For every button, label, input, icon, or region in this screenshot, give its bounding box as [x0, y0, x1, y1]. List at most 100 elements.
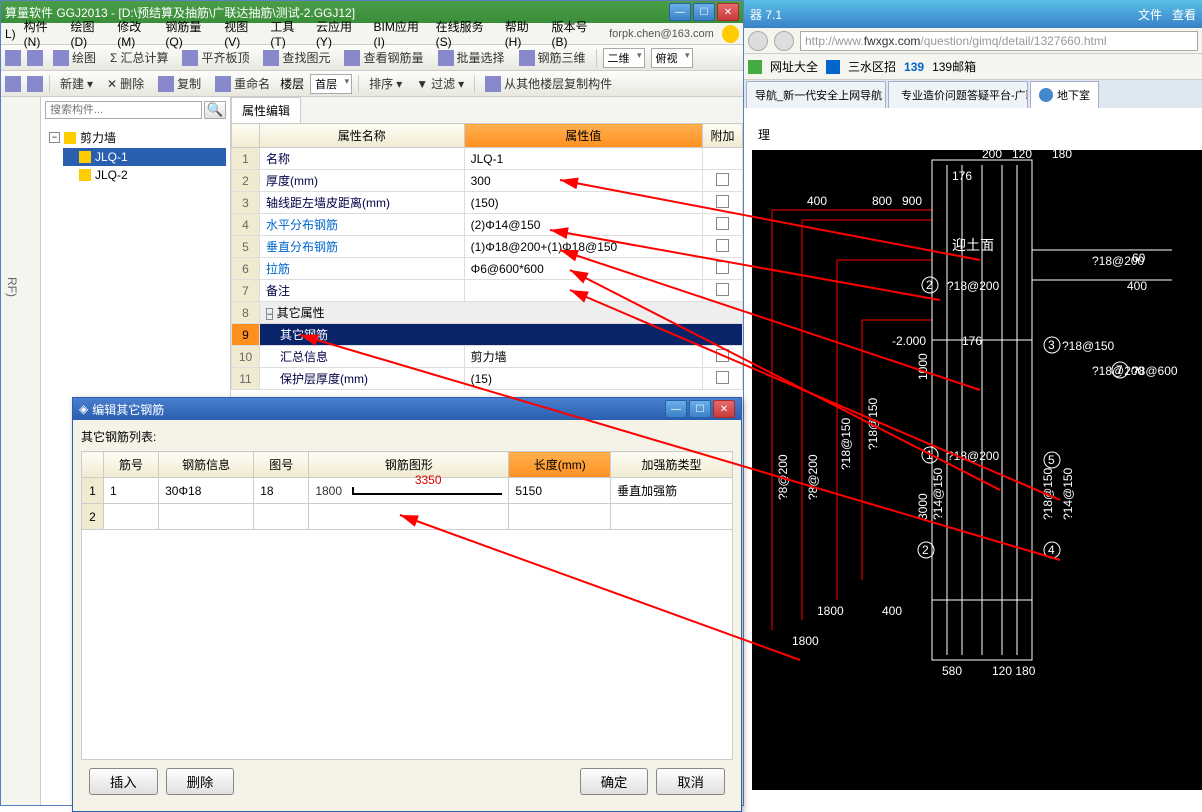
browser-tab[interactable]: 导航_新一代安全上网导航×	[746, 81, 886, 108]
url-bar[interactable]: http://www.fwxgx.com/question/gimq/detai…	[800, 31, 1198, 51]
insert-button[interactable]: 插入	[89, 768, 158, 795]
browser-tab-active[interactable]: 地下室	[1030, 81, 1099, 108]
favorite-icon[interactable]	[748, 60, 762, 74]
col-length[interactable]: 长度(mm)	[509, 452, 611, 478]
col-id[interactable]: 筋号	[104, 452, 159, 478]
col-type[interactable]: 加强筋类型	[611, 452, 733, 478]
browser-tab[interactable]: 专业造价问题答疑平台-广联达|×	[888, 81, 1028, 108]
sum-button[interactable]: Σ汇总计算	[106, 47, 172, 68]
delete-button[interactable]: ✕ 删除	[103, 73, 148, 94]
dialog-empty-area	[81, 530, 733, 760]
filter-button[interactable]: ▼ 过滤 ▾	[412, 73, 468, 94]
tree-item-jlq1[interactable]: JLQ-1	[63, 148, 226, 166]
rebar-3d-button[interactable]: 钢筋三维	[515, 47, 590, 68]
separator	[596, 49, 597, 67]
prop-row: 2厚度(mm)300	[232, 170, 743, 192]
svg-text:?18@150: ?18@150	[839, 417, 853, 470]
menu-item[interactable]: 云应用(Y)	[316, 18, 366, 49]
menu-item[interactable]: 在线服务(S)	[436, 18, 497, 49]
search-button[interactable]: 🔍	[204, 101, 226, 119]
dialog-titlebar[interactable]: ◈ 编辑其它钢筋 — ☐ ✕	[73, 398, 741, 420]
svg-text:400: 400	[807, 194, 827, 208]
separator	[474, 75, 475, 93]
svg-text:?18@200: ?18@200	[947, 279, 1000, 293]
tool-icon[interactable]	[27, 76, 43, 92]
col-name[interactable]: 属性名称	[260, 124, 465, 148]
svg-text:?14@150: ?14@150	[931, 467, 945, 520]
menu-item[interactable]: 工具(T)	[270, 18, 308, 49]
refresh-button[interactable]	[774, 31, 794, 51]
bookmark[interactable]: 139邮箱	[932, 58, 976, 75]
titlebar[interactable]: 算量软件 GGJ2013 - [D:\预结算及抽筋\广联达抽筋\测试-2.GGJ…	[1, 1, 743, 23]
user-email[interactable]: forpk.chen@163.com	[609, 28, 714, 40]
bookmark[interactable]: 三水区招	[848, 58, 896, 75]
view-rebar-button[interactable]: 查看钢筋量	[340, 47, 427, 68]
col-shape[interactable]: 钢筋图形	[309, 452, 509, 478]
minimize-button[interactable]: —	[669, 3, 691, 21]
tab-property-edit[interactable]: 属性编辑	[231, 97, 301, 123]
col-extra[interactable]: 附加	[703, 124, 743, 148]
browser-titlebar[interactable]: 器 7.1 文件 查看	[744, 0, 1202, 28]
menu-item[interactable]: 帮助(H)	[505, 18, 544, 49]
svg-text:2: 2	[926, 278, 933, 292]
prop-row: 4水平分布钢筋(2)Φ14@150	[232, 214, 743, 236]
collapse-icon[interactable]: −	[266, 308, 273, 320]
component-tree: − 剪力墙 JLQ-1 JLQ-2	[41, 123, 230, 188]
svg-text:120: 120	[1012, 150, 1032, 161]
tree-item-jlq2[interactable]: JLQ-2	[63, 166, 226, 184]
bookmark[interactable]: 网址大全	[770, 58, 818, 75]
view-top-dropdown[interactable]: 俯视	[651, 48, 693, 68]
shape-cell[interactable]: 1800 3350	[309, 478, 509, 504]
col-info[interactable]: 钢筋信息	[159, 452, 254, 478]
cad-drawing[interactable]: 400 800 900 ?8@200 ?8@200 ?18@150 ?18@15…	[752, 150, 1202, 790]
sort-button[interactable]: 排序 ▾	[365, 73, 406, 94]
item-icon	[79, 169, 91, 181]
face-icon[interactable]	[722, 25, 739, 43]
close-button[interactable]: ✕	[717, 3, 739, 21]
cancel-button[interactable]: 取消	[656, 768, 725, 795]
dialog-icon: ◈	[79, 402, 88, 416]
search-input[interactable]	[45, 101, 202, 119]
menu-view[interactable]: 查看	[1172, 6, 1196, 23]
find-element-button[interactable]: 查找图元	[259, 47, 334, 68]
menu-item[interactable]: 修改(M)	[117, 18, 157, 49]
maximize-button[interactable]: ☐	[693, 3, 715, 21]
svg-text:180: 180	[1052, 150, 1072, 161]
svg-text:3: 3	[1048, 338, 1055, 352]
dialog-maximize[interactable]: ☐	[689, 400, 711, 418]
copy-button[interactable]: 复制	[154, 73, 205, 94]
svg-text:?8@200: ?8@200	[776, 454, 790, 500]
col-rownum	[82, 452, 104, 478]
back-icon[interactable]	[5, 50, 21, 66]
new-button[interactable]: 新建 ▾	[56, 73, 97, 94]
menu-item[interactable]: 绘图(D)	[70, 18, 109, 49]
col-value[interactable]: 属性值	[464, 124, 702, 148]
menu-item[interactable]: 构件(N)	[24, 18, 63, 49]
menu-item[interactable]: 钢筋量(Q)	[165, 18, 216, 49]
menu-item[interactable]: 视图(V)	[224, 18, 262, 49]
dialog-close[interactable]: ✕	[713, 400, 735, 418]
svg-text:580: 580	[942, 664, 962, 678]
align-button[interactable]: 平齐板顶	[178, 47, 253, 68]
copy-from-floor-button[interactable]: 从其他楼层复制构件	[481, 73, 616, 94]
tree-root[interactable]: − 剪力墙	[45, 127, 226, 148]
back-button[interactable]	[748, 31, 768, 51]
tool-icon[interactable]	[5, 76, 21, 92]
rename-button[interactable]: 重命名	[211, 73, 274, 94]
ok-button[interactable]: 确定	[580, 768, 649, 795]
menu-item[interactable]: BIM应用(I)	[374, 18, 428, 49]
view-2d-dropdown[interactable]: 二维	[603, 48, 645, 68]
tool-icon[interactable]	[27, 50, 43, 66]
batch-select-button[interactable]: 批量选择	[434, 47, 509, 68]
delete-button[interactable]: 删除	[166, 768, 235, 795]
dialog-minimize[interactable]: —	[665, 400, 687, 418]
menu-item[interactable]: L)	[5, 27, 16, 41]
collapse-icon[interactable]: −	[49, 132, 60, 143]
svg-text:900: 900	[902, 194, 922, 208]
menu-file[interactable]: 文件	[1138, 6, 1162, 23]
bookmark-139-icon: 139	[904, 60, 924, 74]
col-shape-no[interactable]: 图号	[254, 452, 309, 478]
menu-item[interactable]: 版本号(B)	[552, 18, 602, 49]
floor-select[interactable]: 首层	[310, 74, 352, 94]
draw-button[interactable]: 绘图	[49, 47, 100, 68]
